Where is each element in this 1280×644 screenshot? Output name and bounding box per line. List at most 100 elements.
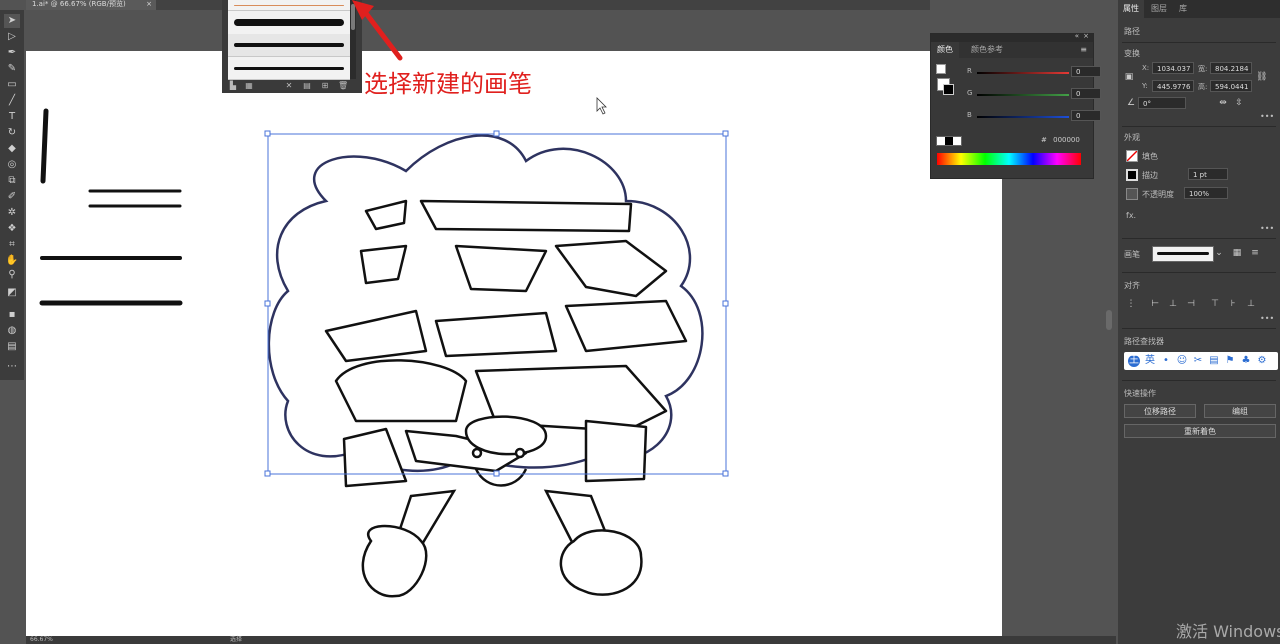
direct-selection-tool-icon[interactable]: ▷ xyxy=(4,30,20,44)
blend-tool-icon[interactable]: ✲ xyxy=(4,206,20,220)
stroke-swatch[interactable] xyxy=(943,84,954,95)
screen-mode-icon[interactable]: ▤ xyxy=(4,340,20,354)
selection-tool-icon[interactable]: ➤ xyxy=(4,14,20,28)
brush-library-icon[interactable]: ▙ xyxy=(228,81,238,91)
library-menu-icon[interactable]: ▦ xyxy=(244,81,254,91)
align-bottom-icon[interactable]: ⊥ xyxy=(1246,299,1256,309)
brush-item[interactable] xyxy=(228,56,350,80)
brush-item[interactable] xyxy=(228,10,350,35)
opacity-input[interactable]: 100% xyxy=(1184,187,1228,199)
type-tool-icon[interactable]: T xyxy=(4,110,20,124)
paintbrush-tool-icon[interactable]: ╱ xyxy=(4,94,20,108)
height-input[interactable]: 594.0441 xyxy=(1210,80,1252,92)
close-tab-icon[interactable]: × xyxy=(146,0,152,9)
keyboard-icon[interactable]: ▤ xyxy=(1208,355,1220,367)
opacity-label[interactable]: 不透明度 xyxy=(1142,189,1174,200)
group-button[interactable]: 编组 xyxy=(1204,404,1276,418)
canvas-scroll-thumb[interactable] xyxy=(1106,310,1112,330)
symbol-sprayer-tool-icon[interactable]: ❖ xyxy=(4,222,20,236)
brush-sample-strokes[interactable] xyxy=(39,108,183,306)
new-brush-icon[interactable]: ⊞ xyxy=(320,81,330,91)
color-mode-icon[interactable]: ▪ xyxy=(4,308,20,322)
blue-slider[interactable] xyxy=(977,116,1069,118)
align-to-icon[interactable]: ⋮ xyxy=(1126,299,1136,309)
red-slider[interactable] xyxy=(977,72,1069,74)
align-more-icon[interactable]: ••• xyxy=(1260,314,1274,323)
angle-input[interactable]: 0° xyxy=(1138,97,1186,109)
artboard[interactable] xyxy=(26,51,1002,637)
tab-layers[interactable]: 图层 xyxy=(1146,0,1172,18)
free-transform-tool-icon[interactable]: ⧉ xyxy=(4,174,20,188)
tab-color-guide[interactable]: 颜色参考 xyxy=(965,42,1009,58)
punctuation-icon[interactable]: • xyxy=(1160,355,1172,367)
red-value-input[interactable]: 0 xyxy=(1071,66,1101,77)
flip-vertical-icon[interactable]: ⇳ xyxy=(1234,98,1244,108)
align-center-v-icon[interactable]: ⊦ xyxy=(1228,299,1238,309)
blue-channel-row[interactable]: B 0 xyxy=(961,110,1101,123)
eraser-tool-icon[interactable]: ◆ xyxy=(4,142,20,156)
delete-brush-icon[interactable]: 🗑 xyxy=(338,81,348,91)
quick-swatches[interactable] xyxy=(936,136,962,146)
hex-field[interactable]: # 000000 xyxy=(1041,136,1080,144)
align-top-icon[interactable]: ⊤ xyxy=(1210,299,1220,309)
collapse-panel-icon[interactable]: « xyxy=(1075,32,1079,40)
stroke-weight-input[interactable]: 1 pt xyxy=(1188,168,1228,180)
settings-icon[interactable]: ⚙ xyxy=(1256,355,1268,367)
pen-tool-icon[interactable]: ✒ xyxy=(4,46,20,60)
fill-stroke-swatch-icon[interactable]: ◩ xyxy=(4,286,20,300)
align-center-h-icon[interactable]: ⊥ xyxy=(1168,299,1178,309)
feet-artwork[interactable] xyxy=(361,489,643,598)
current-tool-label[interactable]: 选择 xyxy=(230,636,242,644)
recolor-button[interactable]: 重新着色 xyxy=(1124,424,1276,438)
more-tools-icon[interactable]: ⋯ xyxy=(4,360,20,374)
ime-mode[interactable]: 英 xyxy=(1144,355,1156,367)
align-left-icon[interactable]: ⊢ xyxy=(1150,299,1160,309)
color-spectrum[interactable] xyxy=(937,153,1081,165)
constrain-proportions-icon[interactable]: ⛓ xyxy=(1256,72,1267,82)
emoji-icon[interactable]: ☺ xyxy=(1176,355,1188,367)
transform-more-icon[interactable]: ••• xyxy=(1260,112,1274,121)
green-value-input[interactable]: 0 xyxy=(1071,88,1101,99)
curvature-tool-icon[interactable]: ✎ xyxy=(4,62,20,76)
color-panel-titlebar[interactable]: « × xyxy=(931,32,1093,42)
y-input[interactable]: 445.9776 xyxy=(1152,80,1194,92)
draw-mode-icon[interactable]: ◍ xyxy=(4,324,20,338)
reference-point-icon[interactable]: ▣ xyxy=(1124,72,1134,82)
align-right-icon[interactable]: ⊣ xyxy=(1186,299,1196,309)
hex-value[interactable]: 000000 xyxy=(1053,136,1080,144)
appearance-more-icon[interactable]: ••• xyxy=(1260,224,1274,233)
mic-icon[interactable]: ✂ xyxy=(1192,355,1204,367)
zoom-level[interactable]: 66.67% xyxy=(30,636,53,644)
artwork-canvas[interactable] xyxy=(26,51,1002,637)
ime-logo[interactable]: 王 xyxy=(1128,355,1140,367)
ime-toolbar[interactable]: 王 英 • ☺ ✂ ▤ ⚑ ♣ ⚙ xyxy=(1124,352,1278,370)
stroke-color-swatch[interactable] xyxy=(1126,169,1138,181)
default-colors-icon[interactable] xyxy=(936,64,946,74)
stroke-label[interactable]: 描边 xyxy=(1142,170,1158,181)
zoom-tool-icon[interactable]: ⚲ xyxy=(4,268,20,282)
skin-icon[interactable]: ♣ xyxy=(1240,355,1252,367)
blue-value-input[interactable]: 0 xyxy=(1071,110,1101,121)
width-input[interactable]: 804.2184 xyxy=(1210,62,1252,74)
flip-horizontal-icon[interactable]: ⇹ xyxy=(1218,98,1228,108)
tools-icon[interactable]: ⚑ xyxy=(1224,355,1236,367)
eyedropper-tool-icon[interactable]: ✐ xyxy=(4,190,20,204)
artboard-tool-icon[interactable]: ⌗ xyxy=(4,238,20,252)
tab-libraries[interactable]: 库 xyxy=(1174,0,1192,18)
chevron-down-icon[interactable]: ⌄ xyxy=(1214,248,1224,258)
hand-tool-icon[interactable]: ✋ xyxy=(4,254,20,268)
lettering-artwork[interactable] xyxy=(324,199,688,488)
close-panel-icon[interactable]: × xyxy=(1083,32,1089,40)
offset-path-button[interactable]: 位移路径 xyxy=(1124,404,1196,418)
tab-properties[interactable]: 属性 xyxy=(1118,0,1144,18)
brush-options-icon[interactable]: ▤ xyxy=(302,81,312,91)
brush-panel-button-icon[interactable]: ≡ xyxy=(1250,248,1260,258)
red-channel-row[interactable]: R 0 xyxy=(961,66,1101,79)
rotate-tool-icon[interactable]: ↻ xyxy=(4,126,20,140)
rectangle-tool-icon[interactable]: ▭ xyxy=(4,78,20,92)
green-slider[interactable] xyxy=(977,94,1069,96)
green-channel-row[interactable]: G 0 xyxy=(961,88,1101,101)
document-tab[interactable]: 1.ai* @ 66.67% (RGB/预览) × xyxy=(26,0,156,10)
brush-dropdown[interactable] xyxy=(1152,246,1214,262)
x-input[interactable]: 1034.037 xyxy=(1152,62,1194,74)
